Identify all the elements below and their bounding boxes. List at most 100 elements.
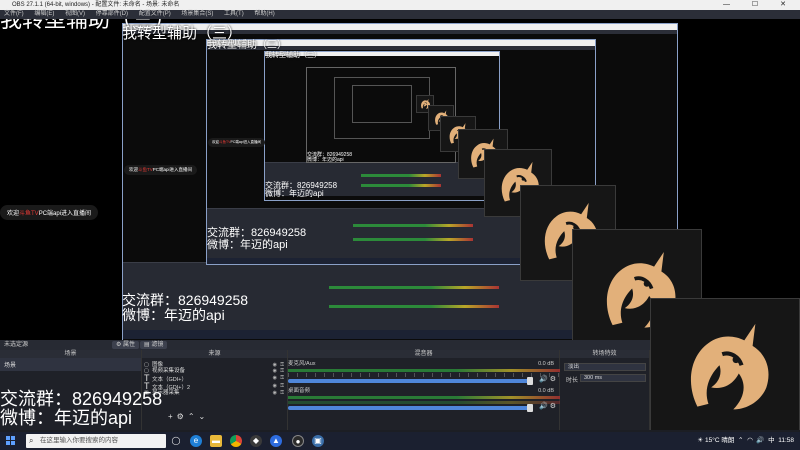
volume-slider[interactable] [288, 404, 533, 412]
down-icon[interactable]: ⌄ [199, 412, 210, 421]
transition-select[interactable]: 淡出 [564, 363, 646, 371]
sources-dock: 来源 ▢ 图像 ◉ ⚿ ▢ 视频采集设备 ◉ ⚿ T 文本（GDI+） ◉ ⚿ T 文本（GDI+）… [142, 350, 288, 430]
menu-tools[interactable]: 工具(T) [224, 11, 244, 17]
mixer-dock-title: 混音器 [288, 350, 559, 358]
mixer-channel-db: 0.0 dB [538, 361, 554, 367]
caption-heading-l1: 我转型辅助（三） [122, 25, 243, 42]
welcome-banner-l0: 欢迎斗鱼TVPC端api进入直播间 [0, 205, 99, 220]
search-icon: ⌕ [29, 436, 34, 445]
volume-slider[interactable] [288, 377, 533, 385]
menu-docks[interactable]: 停靠部件(D) [96, 11, 128, 17]
input-method[interactable]: 中 [768, 437, 775, 444]
chrome-icon[interactable] [230, 435, 242, 447]
mixer-channel-desktop: 桌面音频 0.0 dB 🔊 ⚙ [288, 388, 560, 412]
settings-icon[interactable]: ⚙ [177, 412, 188, 421]
level-meter-2 [288, 401, 560, 404]
lion-logo-main [650, 298, 800, 438]
app-icon-2[interactable]: ▣ [312, 435, 324, 447]
weibo-text: 微博：年迈的api [265, 189, 324, 199]
meter-ticks [288, 373, 560, 377]
eye-icon[interactable]: ◉ [273, 374, 277, 382]
properties-button[interactable]: ⚙ 属性 [112, 341, 140, 349]
mixer-controls: 🔊 ⚙ [539, 402, 556, 410]
weather-desc[interactable]: 晴朗 [721, 437, 734, 444]
taskbar: ⌕ 在这里输入你要搜索的内容 ◯ e ▬ ◆ ▲ ● ▣ ☀ 15°C 晴朗 ⌃… [0, 432, 800, 450]
gear-icon[interactable]: ⚙ [550, 403, 556, 410]
level-meter [288, 396, 560, 399]
window-title: OBS 27.1.1 (64-bit, windows) - 配置文件: 未命名… [12, 2, 180, 8]
speaker-icon[interactable]: 🔊 [539, 376, 548, 383]
lock-icon[interactable]: ⚿ [280, 382, 284, 390]
selected-source-label: 未选定源 [4, 342, 29, 348]
eye-icon[interactable]: ◉ [273, 390, 277, 396]
transitions-dock: 转场特效 [560, 350, 650, 430]
source-toolbar: 未选定源 ⚙ 属性 ▤ 滤镜 [0, 340, 650, 350]
mixer-controls: 🔊 ⚙ [539, 375, 556, 383]
volume-icon[interactable]: 🔊 [756, 437, 764, 444]
task-view-icon[interactable]: ◯ [170, 435, 182, 447]
contact-caption-l1: 交流群：826949258 微博：年迈的api [122, 293, 248, 322]
filters-button[interactable]: ▤ 滤镜 [140, 341, 168, 349]
caption-heading-l3: 我转型辅助（三） [265, 52, 321, 59]
system-tray: ☀ 15°C 晴朗 ⌃ ◠ 🔊 中 11:58 [697, 432, 794, 450]
scene-item[interactable]: 场景 [0, 358, 141, 371]
mixer-channel-name: 麦克风/Aux [288, 361, 316, 367]
menu-file[interactable]: 文件(F) [4, 11, 24, 17]
file-explorer-icon[interactable]: ▬ [210, 435, 222, 447]
network-icon[interactable]: ◠ [747, 437, 753, 444]
windows-start-button[interactable] [6, 436, 16, 446]
welcome-banner-l1: 欢迎斗鱼TVPC端api进入直播间 [124, 165, 198, 175]
preview-canvas[interactable]: 我转型辅助（三） 我转型辅助（三） 我转型辅助（三） 我转型辅助（三） 欢迎斗鱼… [0, 19, 800, 340]
edge-icon[interactable]: e [190, 435, 202, 447]
mixer-channel-name: 桌面音频 [288, 388, 311, 394]
weibo-text: 微博：年迈的api [307, 157, 344, 164]
contact-caption-l0: 交流群：826949258 微博：年迈的api [0, 390, 162, 428]
level-meter [288, 369, 560, 372]
qq-group-text: 交流群：826949258 [122, 292, 249, 308]
obs-icon[interactable]: ● [292, 435, 304, 447]
caption-heading-l2: 我转型辅助（三） [207, 40, 287, 51]
transitions-dock-title: 转场特效 [560, 350, 649, 358]
menu-scene-collection[interactable]: 场景集合(S) [181, 11, 213, 17]
source-item-display-capture[interactable]: ▣ 显示器采集 ◉ ⚿ [142, 390, 287, 396]
welcome-banner-l2: 欢迎斗鱼TVPC端api进入直播间 [208, 138, 266, 147]
weibo-text: 微博：年迈的api [207, 238, 288, 251]
mixer-channel-mic: 麦克风/Aux 0.0 dB 🔊 ⚙ [288, 361, 560, 385]
weibo-text: 微博：年迈的api [0, 407, 133, 428]
sources-footer-controls: +⚙⌃⌄ [168, 412, 209, 421]
mixer-channel-db: 0.0 dB [538, 388, 554, 394]
game-app-icon[interactable]: ▲ [270, 435, 282, 447]
window-titlebar: OBS 27.1.1 (64-bit, windows) - 配置文件: 未命名… [0, 0, 800, 10]
duration-input[interactable]: 300 ms [580, 374, 646, 382]
lock-icon[interactable]: ⚿ [280, 390, 284, 396]
contact-caption-l3: 交流群：826949258 微博：年迈的api [265, 181, 337, 199]
chevron-up-icon[interactable]: ⌃ [738, 437, 743, 444]
eye-icon[interactable]: ◉ [273, 382, 277, 390]
up-icon[interactable]: ⌃ [188, 412, 199, 421]
source-item-text-2[interactable]: T 文本（GDI+）2 ◉ ⚿ [142, 382, 287, 392]
clock[interactable]: 11:58 [778, 437, 794, 444]
menu-edit[interactable]: 编辑(E) [34, 11, 54, 17]
weather-icon[interactable]: ☀ [697, 437, 703, 444]
duration-label: 时长 [566, 378, 579, 384]
speaker-icon[interactable]: 🔊 [539, 403, 548, 410]
menu-view[interactable]: 视图(V) [65, 11, 85, 17]
app-icon[interactable]: ◆ [250, 435, 262, 447]
qq-group-text: 交流群：826949258 [207, 227, 307, 239]
menu-bar: 文件(F) 编辑(E) 视图(V) 停靠部件(D) 配置文件(P) 场景集合(S… [0, 10, 800, 19]
taskbar-search[interactable]: ⌕ 在这里输入你要搜索的内容 [26, 434, 166, 448]
gear-icon[interactable]: ⚙ [550, 376, 556, 383]
scenes-dock-title: 场景 [0, 350, 141, 358]
qq-group-text: 交流群：826949258 [0, 389, 163, 409]
lock-icon[interactable]: ⚿ [280, 374, 284, 382]
source-item-text[interactable]: T 文本（GDI+） ◉ ⚿ [142, 374, 287, 384]
weather-temp[interactable]: 15°C [705, 437, 720, 444]
weibo-text: 微博：年迈的api [122, 306, 225, 323]
menu-profile[interactable]: 配置文件(P) [139, 11, 171, 17]
menu-help[interactable]: 帮助(H) [254, 11, 274, 17]
contact-caption-l4: 交流群：826949258 微博：年迈的api [307, 152, 352, 164]
add-icon[interactable]: + [168, 412, 177, 421]
sources-dock-title: 来源 [142, 350, 287, 358]
recursive-frame-6 [352, 85, 412, 123]
window-controls[interactable]: — ☐ ✕ [723, 0, 796, 10]
